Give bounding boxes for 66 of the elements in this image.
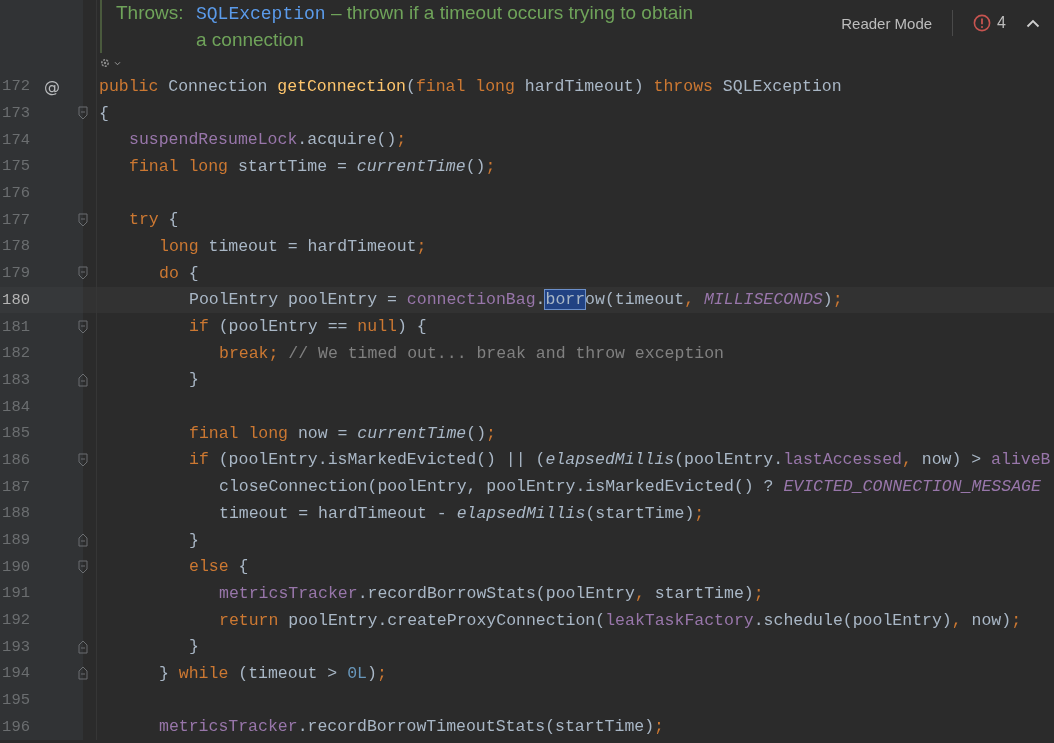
line-number: 180 bbox=[1, 290, 30, 309]
chevron-up-icon[interactable] bbox=[1026, 18, 1040, 28]
doc-description: SQLException – thrown if a timeout occurs trying to obtain a connection bbox=[196, 1, 694, 52]
line-number: 172 bbox=[1, 77, 30, 96]
fold-end-icon[interactable] bbox=[78, 372, 88, 387]
line-number: 186 bbox=[1, 450, 30, 469]
line-number: 183 bbox=[1, 370, 30, 389]
code-line: closeConnection(poolEntry, poolEntry.isMarkedEvicted() ? EVICTED_CONNECTION_MESSAGE bbox=[219, 477, 1041, 497]
code-line: } bbox=[189, 637, 199, 657]
fold-start-icon[interactable] bbox=[78, 452, 88, 467]
fold-end-icon[interactable] bbox=[78, 666, 88, 681]
line-number: 182 bbox=[1, 344, 30, 363]
code-line: suspendResumeLock.acquire(); bbox=[129, 130, 407, 150]
line-number: 194 bbox=[1, 664, 30, 683]
line-number: 187 bbox=[1, 477, 30, 496]
line-number: 196 bbox=[1, 717, 30, 736]
code-line: return poolEntry.createProxyConnection(leakTaskFactory.schedule(poolEntry), now); bbox=[219, 610, 1022, 630]
line-number: 191 bbox=[1, 584, 30, 603]
line-number: 176 bbox=[1, 184, 30, 203]
code-line: final long now = currentTime(); bbox=[189, 423, 496, 443]
fold-start-icon[interactable] bbox=[78, 212, 88, 227]
problem-count[interactable]: 4 bbox=[997, 14, 1006, 32]
line-number: 174 bbox=[1, 130, 30, 149]
line-number: 192 bbox=[1, 611, 30, 630]
code-line: timeout = hardTimeout - elapsedMillis(startTime); bbox=[219, 503, 705, 523]
code-line: metricsTracker.recordBorrowTimeoutStats(startTime); bbox=[159, 717, 664, 737]
code-line: do { bbox=[159, 263, 199, 283]
code-line: PoolEntry poolEntry = connectionBag.borrow(timeout, MILLISECONDS); bbox=[189, 290, 843, 310]
line-number: 173 bbox=[1, 104, 30, 123]
line-number: 179 bbox=[1, 264, 30, 283]
doc-label: Throws: bbox=[116, 1, 185, 25]
line-number: 189 bbox=[1, 531, 30, 550]
fold-end-icon[interactable] bbox=[78, 639, 88, 654]
code-line: metricsTracker.recordBorrowStats(poolEntry, startTime); bbox=[219, 583, 764, 603]
code-line: } bbox=[189, 530, 199, 550]
line-number: 188 bbox=[1, 504, 30, 523]
line-number: 195 bbox=[1, 691, 30, 710]
fold-end-icon[interactable] bbox=[78, 533, 88, 548]
code-line: } while (timeout > 0L); bbox=[159, 663, 387, 683]
line-number: 193 bbox=[1, 637, 30, 656]
code-line: if (poolEntry == null) { bbox=[189, 317, 427, 337]
line-number: 178 bbox=[1, 237, 30, 256]
fold-start-icon[interactable] bbox=[78, 559, 88, 574]
code-line: } bbox=[189, 370, 199, 390]
line-number: 184 bbox=[1, 397, 30, 416]
code-line: try { bbox=[129, 210, 179, 230]
code-line: final long startTime = currentTime(); bbox=[129, 156, 496, 176]
doc-link[interactable]: SQLException bbox=[196, 4, 326, 24]
line-number: 177 bbox=[1, 210, 30, 229]
code-line: else { bbox=[189, 557, 249, 577]
line-number: 190 bbox=[1, 557, 30, 576]
code-line: { bbox=[99, 103, 109, 123]
fold-start-icon[interactable] bbox=[78, 319, 88, 334]
reader-mode-button[interactable]: Reader Mode bbox=[841, 14, 933, 32]
error-icon[interactable] bbox=[973, 14, 992, 32]
code-line: break; // We timed out... break and throw exception bbox=[219, 343, 724, 363]
fold-start-icon[interactable] bbox=[78, 266, 88, 281]
line-number: 181 bbox=[1, 317, 30, 336]
code-line: long timeout = hardTimeout; bbox=[159, 236, 427, 256]
line-number: 175 bbox=[1, 157, 30, 176]
caret-icon[interactable] bbox=[114, 60, 121, 66]
code-line: public Connection getConnection(final long hardTimeout) throws SQLException bbox=[99, 76, 842, 96]
line-number: 185 bbox=[1, 424, 30, 443]
fold-start-icon[interactable] bbox=[78, 106, 88, 121]
code-line: if (poolEntry.isMarkedEvicted() || (elapsedMillis(poolEntry.lastAccessed, now) > aliveB bbox=[189, 450, 1051, 470]
gutter-marker[interactable]: @ bbox=[44, 76, 60, 96]
